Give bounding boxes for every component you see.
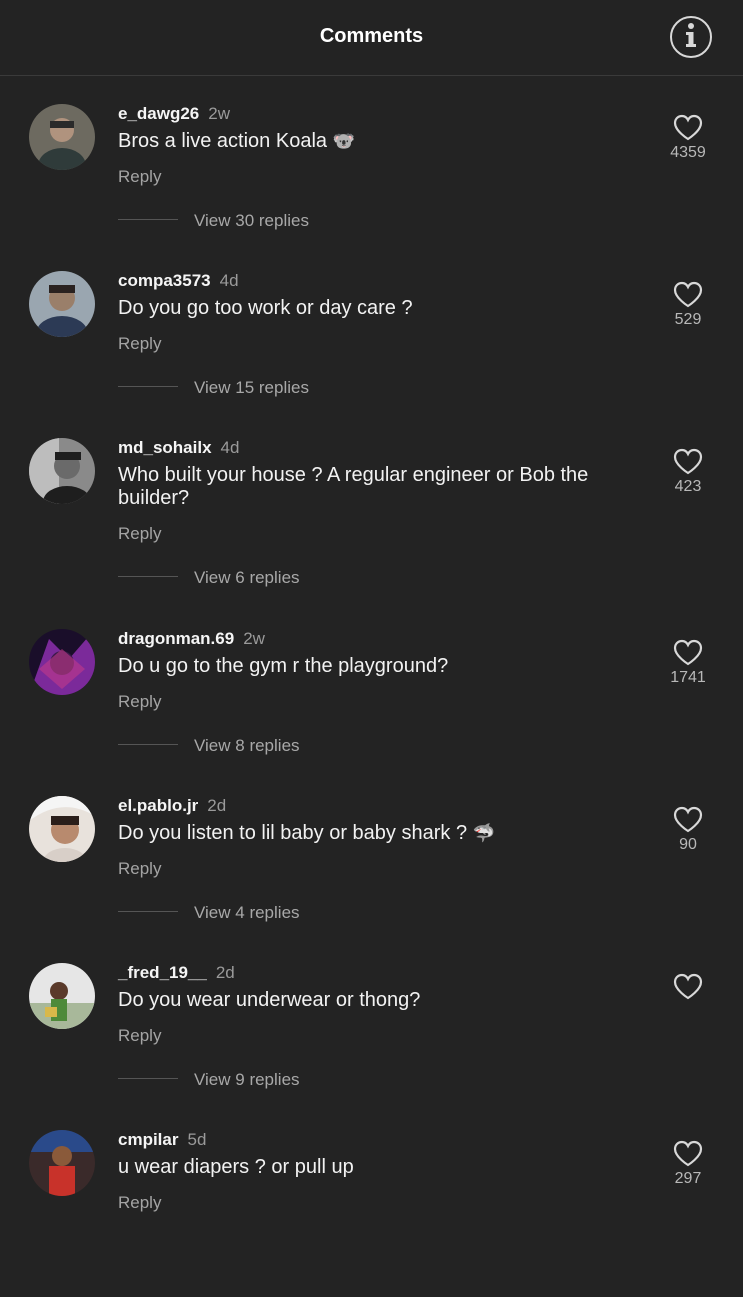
like-count: 90 (679, 836, 697, 853)
comment-item: el.pablo.jr 2d Do you listen to lil baby … (0, 796, 743, 963)
view-replies-button[interactable]: View 4 replies (194, 903, 300, 923)
like-button[interactable]: 4359 (660, 114, 716, 162)
view-replies-button[interactable]: View 30 replies (194, 211, 309, 231)
comment-time: 2w (243, 629, 265, 648)
like-button[interactable]: 297 (660, 1140, 716, 1188)
heart-icon (673, 1140, 703, 1167)
comment-text: Do you listen to lil baby or baby shark … (118, 822, 496, 844)
like-button[interactable]: 529 (660, 281, 716, 329)
comment-item: md_sohailx 4d Who built your house ? A re… (0, 438, 743, 605)
avatar[interactable] (29, 104, 95, 170)
like-count: 4359 (670, 144, 706, 161)
comment-time: 2d (215, 963, 235, 982)
heart-icon (673, 281, 703, 308)
comment-username[interactable]: md_sohailx (118, 438, 212, 457)
like-count: 529 (674, 311, 702, 328)
reply-button[interactable]: Reply (118, 859, 161, 879)
info-button[interactable] (670, 16, 712, 58)
heart-icon (673, 448, 703, 475)
view-replies-button[interactable]: View 6 replies (194, 568, 300, 588)
comment-time: 5d (187, 1130, 207, 1149)
reply-button[interactable]: Reply (118, 334, 161, 354)
comments-header: Comments (0, 0, 743, 76)
heart-icon (673, 973, 703, 1000)
like-count: 297 (674, 1170, 702, 1187)
comment-username[interactable]: cmpilar (118, 1130, 178, 1149)
comment-item: _fred_19__ 2d Do you wear underwear or th… (0, 963, 743, 1130)
comment-time: 2d (207, 796, 227, 815)
comment-username[interactable]: el.pablo.jr (118, 796, 198, 815)
avatar[interactable] (29, 271, 95, 337)
comment-time: 2w (208, 104, 230, 123)
comment-time: 4d (219, 271, 239, 290)
comment-item: e_dawg26 2w Bros a live action Koala 🐨 Re… (0, 104, 743, 271)
comment-text: Do you wear underwear or thong? (118, 989, 421, 1011)
shark-emoji: 🦈 (472, 823, 496, 843)
view-replies-button[interactable]: View 9 replies (194, 1070, 300, 1090)
like-button[interactable]: 1741 (660, 639, 716, 687)
reply-button[interactable]: Reply (118, 167, 161, 187)
comment-time: 4d (220, 438, 240, 457)
like-button[interactable]: 90 (660, 806, 716, 854)
reply-button[interactable]: Reply (118, 524, 161, 544)
view-replies-button[interactable]: View 8 replies (194, 736, 300, 756)
replies-divider (118, 1078, 178, 1079)
comment-text: u wear diapers ? or pull up (118, 1156, 354, 1178)
comment-username[interactable]: _fred_19__ (118, 963, 207, 982)
heart-icon (673, 639, 703, 666)
like-count: 1741 (670, 669, 706, 686)
comment-username[interactable]: dragonman.69 (118, 629, 234, 648)
comment-username[interactable]: compa3573 (118, 271, 211, 290)
comment-text: Bros a live action Koala 🐨 (118, 130, 355, 152)
replies-divider (118, 576, 178, 577)
like-button[interactable] (660, 973, 716, 1003)
replies-divider (118, 744, 178, 745)
like-count: 423 (674, 478, 702, 495)
comment-text: Do u go to the gym r the playground? (118, 655, 449, 677)
comment-text: Do you go too work or day care ? (118, 297, 413, 319)
reply-button[interactable]: Reply (118, 1193, 161, 1213)
replies-divider (118, 219, 178, 220)
comment-username[interactable]: e_dawg26 (118, 104, 199, 123)
comment-item: compa3573 4d Do you go too work or day ca… (0, 271, 743, 438)
heart-icon (673, 806, 703, 833)
reply-button[interactable]: Reply (118, 692, 161, 712)
info-icon (682, 22, 700, 53)
replies-divider (118, 386, 178, 387)
avatar[interactable] (29, 438, 95, 504)
page-title: Comments (319, 25, 424, 47)
reply-button[interactable]: Reply (118, 1026, 161, 1046)
comment-item: dragonman.69 2w Do u go to the gym r the … (0, 629, 743, 796)
heart-icon (673, 114, 703, 141)
avatar[interactable] (29, 1130, 95, 1196)
like-button[interactable]: 423 (660, 448, 716, 496)
koala-emoji: 🐨 (332, 131, 355, 151)
comment-item: cmpilar 5d u wear diapers ? or pull up Re… (0, 1130, 743, 1297)
avatar[interactable] (29, 629, 95, 695)
avatar[interactable] (29, 963, 95, 1029)
replies-divider (118, 911, 178, 912)
avatar[interactable] (29, 796, 95, 862)
comment-text: Who built your house ? A regular enginee… (118, 464, 589, 509)
view-replies-button[interactable]: View 15 replies (194, 378, 309, 398)
